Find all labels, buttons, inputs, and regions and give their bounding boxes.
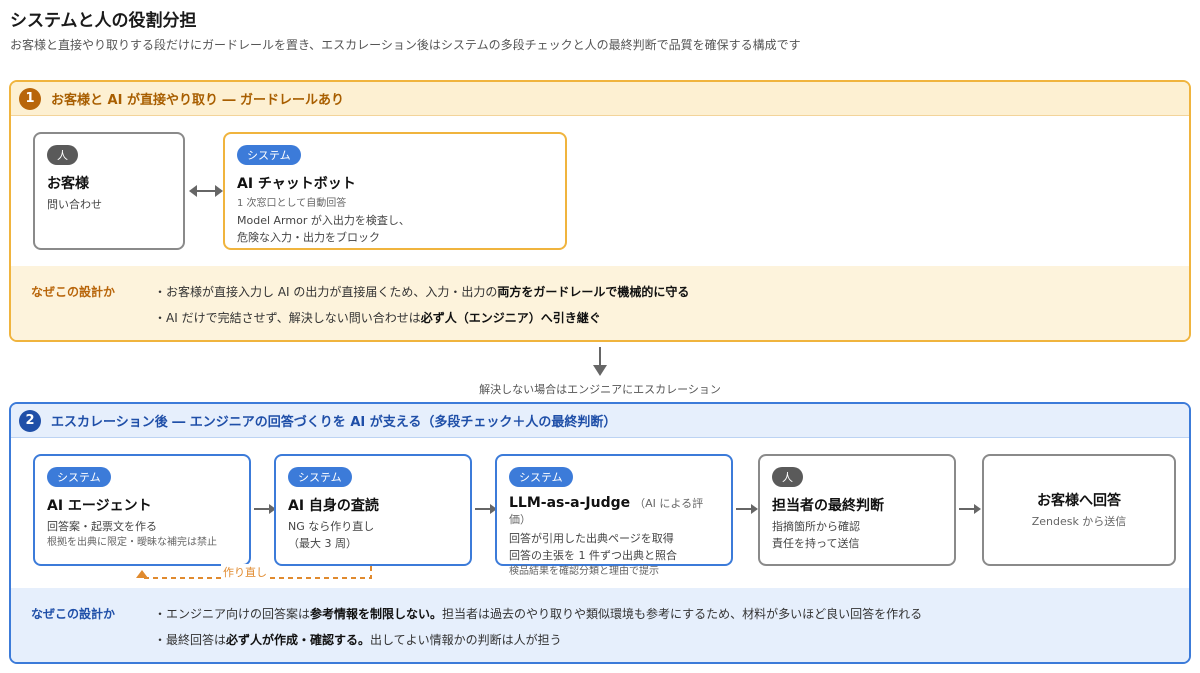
customer-reply-box: お客様へ回答 Zendesk から送信 [982, 454, 1176, 566]
human-badge: 人 [47, 145, 78, 165]
self-review-line1: NG なら作り直し [288, 520, 375, 533]
section-title: お客様と AI が直接やり取り ― ガードレールあり [51, 93, 345, 108]
down-arrow-icon [593, 347, 607, 376]
self-review-title: AI 自身の査読 [288, 498, 379, 514]
page-title: システムと人の役割分担 [10, 11, 197, 31]
self-review-line2: （最大 3 周） [288, 537, 357, 550]
section-guardrail-header: 1 お客様と AI が直接やり取り ― ガードレールあり [11, 82, 1189, 116]
ai-agent-box: システム AI エージェント 回答案・起票文を作る 根拠を出典に限定・曖昧な補完… [33, 454, 251, 566]
llm-judge-line3: 検品結果を確認分類と理由で提示 [509, 566, 659, 577]
customer-title: お客様 [47, 176, 89, 192]
chatbot-line1: 1 次窓口として自動回答 [237, 198, 347, 209]
rationale-line: ・エンジニア向けの回答案は参考情報を制限しない。担当者は過去のやり取りや類似環境… [154, 607, 923, 621]
llm-judge-title: LLM-as-a-Judge （AI による評価） [509, 495, 704, 526]
ai-agent-line2: 根拠を出典に限定・曖昧な補完は禁止 [47, 537, 217, 548]
section-number: 1 [19, 87, 41, 110]
chatbot-box: システム AI チャットボット 1 次窓口として自動回答 Model Armor… [223, 132, 567, 250]
customer-text: 問い合わせ [47, 198, 102, 211]
llm-judge-box: システム LLM-as-a-Judge （AI による評価） 回答が引用した出典ペ… [495, 454, 733, 577]
section-title: エスカレーション後 ― エンジニアの回答づくりを AI が支える（多段チェック＋… [51, 415, 617, 430]
owner-decision-box: 人 担当者の最終判断 指摘箇所から確認 責任を持って送信 [758, 454, 956, 566]
customer-reply-title: お客様へ回答 [1037, 493, 1121, 509]
chatbot-line3: 危険な入力・出力をブロック [237, 231, 380, 244]
page-subtitle: お客様と直接やり取りする段だけにガードレールを置き、エスカレーション後はシステム… [10, 38, 801, 52]
llm-judge-line1: 回答が引用した出典ページを取得 [509, 532, 674, 545]
section-guardrail: 1 お客様と AI が直接やり取り ― ガードレールあり 人 お客様 問い合わせ… [9, 80, 1191, 342]
design-rationale: なぜこの設計か ・エンジニア向けの回答案は参考情報を制限しない。担当者は過去のや… [11, 588, 1189, 662]
human-badge: 人 [772, 467, 803, 487]
flow-arrow-icon [254, 504, 276, 514]
customer-box: 人 お客様 問い合わせ [33, 132, 185, 250]
chatbot-line2: Model Armor が入出力を検査し、 [237, 214, 410, 227]
owner-decision-line2: 責任を持って送信 [772, 537, 860, 550]
section-number: 2 [19, 409, 41, 432]
system-badge: システム [509, 467, 573, 487]
system-badge: システム [288, 467, 352, 487]
chatbot-title: AI チャットボット [237, 176, 356, 192]
rationale-line: ・最終回答は必ず人が作成・確認する。出してよい情報かの判断は人が担う [154, 633, 562, 647]
escalation-label: 解決しない場合はエンジニアにエスカレーション [479, 383, 721, 396]
flow-arrow-icon [475, 504, 497, 514]
rationale-label: なぜこの設計か [31, 285, 116, 299]
section-escalation-header: 2 エスカレーション後 ― エンジニアの回答づくりを AI が支える（多段チェッ… [11, 404, 1189, 438]
design-rationale: なぜこの設計か ・お客様が直接入力し AI の出力が直接届くため、入力・出力の両… [11, 266, 1189, 340]
flow-arrow-icon [736, 504, 758, 514]
rationale-label: なぜこの設計か [31, 607, 116, 621]
flow-arrow-icon [959, 504, 981, 514]
system-badge: システム [47, 467, 111, 487]
redo-label: 作り直し [221, 564, 269, 580]
llm-judge-line2: 回答の主張を 1 件ずつ出典と照合 [509, 549, 677, 562]
owner-decision-title: 担当者の最終判断 [772, 498, 884, 514]
ai-agent-title: AI エージェント [47, 498, 152, 514]
rationale-line: ・お客様が直接入力し AI の出力が直接届くため、入力・出力の両方をガードレール… [154, 285, 690, 299]
ai-agent-line1: 回答案・起票文を作る [47, 520, 157, 533]
self-review-box: システム AI 自身の査読 NG なら作り直し （最大 3 周） [274, 454, 472, 566]
customer-reply-text: Zendesk から送信 [1031, 515, 1127, 528]
bidirectional-arrow-icon [189, 185, 223, 197]
system-badge: システム [237, 145, 301, 165]
owner-decision-line1: 指摘箇所から確認 [772, 520, 860, 533]
section-escalation: 2 エスカレーション後 ― エンジニアの回答づくりを AI が支える（多段チェッ… [9, 402, 1191, 664]
rationale-line: ・AI だけで完結させず、解決しない問い合わせは必ず人（エンジニア）へ引き継ぐ [154, 311, 601, 325]
